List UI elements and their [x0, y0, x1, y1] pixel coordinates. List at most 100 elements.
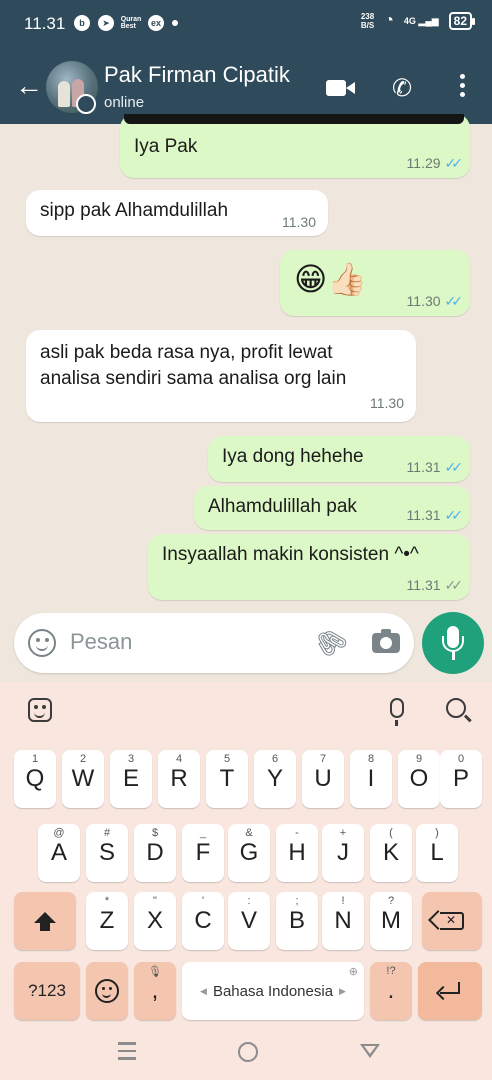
- message-time: 11.29: [406, 155, 441, 171]
- key-q[interactable]: 1Q: [14, 750, 56, 808]
- status-bar: 11.31 b ➤ Quran Best ex 238 B/S ◔ 4G ▂▄▆ …: [0, 0, 492, 48]
- message-bubble[interactable]: 😁👍🏻 11.30 ✓✓: [280, 250, 470, 316]
- voice-call-icon[interactable]: ✆: [392, 74, 412, 103]
- key-a[interactable]: @ A: [38, 824, 80, 882]
- shift-icon: [34, 911, 56, 931]
- system-icons: 238 B/S ◔ 4G ▂▄▆ 82: [360, 12, 476, 30]
- key-s[interactable]: # S: [86, 824, 128, 882]
- wifi-icon: ◔: [384, 12, 394, 29]
- enter-key[interactable]: [418, 962, 482, 1020]
- key-i[interactable]: 8I: [350, 750, 392, 808]
- network-speed-unit: B/S: [360, 21, 375, 30]
- message-bubble[interactable]: Insyaallah makin konsisten ^•^ 11.31 ✓✓: [148, 534, 470, 600]
- sticker-icon[interactable]: [28, 698, 52, 722]
- voice-message-button[interactable]: [422, 612, 484, 674]
- key-f[interactable]: _ F: [182, 824, 224, 882]
- key-k[interactable]: (K: [370, 824, 412, 882]
- message-input[interactable]: Pesan: [70, 629, 132, 655]
- message-bubble[interactable]: Alhamdulillah pak 11.31 ✓✓: [194, 486, 470, 530]
- message-meta: 11.31 ✓✓: [407, 577, 464, 594]
- key-b[interactable]: ; B: [276, 892, 318, 950]
- message-text: 😁👍🏻: [294, 261, 368, 297]
- key-z[interactable]: * Z: [86, 892, 128, 950]
- message-bubble[interactable]: sipp pak Alhamdulillah 11.30: [26, 190, 328, 236]
- message-meta: 11.30 ✓✓: [407, 293, 464, 310]
- contact-status: online: [104, 94, 145, 111]
- key-c[interactable]: ' C: [182, 892, 224, 950]
- back-icon[interactable]: [360, 1044, 380, 1058]
- more-options-icon[interactable]: [452, 74, 472, 100]
- read-ticks-icon: ✓✓: [444, 507, 464, 523]
- space-label: Bahasa Indonesia: [212, 982, 334, 1000]
- key-o[interactable]: 9O: [398, 750, 440, 808]
- backspace-icon: ✕: [440, 912, 464, 930]
- message-composer[interactable]: Pesan 🖇: [14, 613, 414, 673]
- back-arrow-icon[interactable]: ←: [14, 70, 44, 102]
- status-time: 11.31: [24, 14, 66, 33]
- recent-apps-icon[interactable]: [118, 1042, 136, 1065]
- voice-input-icon[interactable]: [390, 698, 404, 726]
- comma-key[interactable]: 🎙,: [134, 962, 176, 1020]
- status-ring-icon: [76, 94, 96, 114]
- globe-icon: ⊕: [348, 966, 358, 978]
- b-icon: b: [74, 15, 90, 31]
- message-text: sipp pak Alhamdulillah: [40, 200, 229, 221]
- message-time: 11.31: [406, 507, 441, 523]
- key-d[interactable]: $ D: [134, 824, 176, 882]
- message-bubble[interactable]: Iya Pak 11.29 ✓✓: [120, 114, 470, 178]
- message-text: Insyaallah makin konsisten ^•^: [162, 544, 419, 565]
- key-m[interactable]: ? M: [370, 892, 412, 950]
- dot-icon: [172, 20, 178, 26]
- message-time: 11.30: [282, 214, 316, 230]
- message-meta: 11.31 ✓✓: [406, 507, 464, 524]
- read-ticks-icon: ✓✓: [444, 293, 464, 309]
- camera-icon[interactable]: [372, 629, 400, 653]
- space-key[interactable]: ◀ Bahasa Indonesia ▶ ⊕: [182, 962, 364, 1020]
- key-h[interactable]: -H: [276, 824, 318, 882]
- key-x[interactable]: " X: [134, 892, 176, 950]
- telegram-icon: ➤: [98, 15, 114, 31]
- key-t[interactable]: 5T: [206, 750, 248, 808]
- message-meta: 11.30: [282, 214, 316, 230]
- signal-icon: 4G ▂▄▆: [403, 15, 439, 26]
- key-e[interactable]: 3E: [110, 750, 152, 808]
- shift-key[interactable]: [14, 892, 76, 950]
- emoji-icon[interactable]: [28, 629, 56, 657]
- message-bubble[interactable]: Iya dong hehehe 11.31 ✓✓: [208, 436, 470, 482]
- left-arrow-icon: ◀: [200, 985, 207, 996]
- message-text: Iya dong hehehe: [222, 446, 364, 467]
- mic-hint-icon: 🎙: [148, 966, 162, 978]
- home-icon[interactable]: [238, 1042, 258, 1062]
- message-time: 11.30: [370, 395, 404, 411]
- message-text: Alhamdulillah pak: [208, 496, 357, 517]
- right-arrow-icon: ▶: [339, 985, 346, 996]
- key-u[interactable]: 7U: [302, 750, 344, 808]
- attach-icon[interactable]: 🖇: [308, 620, 353, 665]
- contact-name[interactable]: Pak Firman Cipatik: [104, 62, 290, 88]
- key-r[interactable]: 4R: [158, 750, 200, 808]
- key-p[interactable]: 0P: [440, 750, 482, 808]
- key-v[interactable]: :V: [228, 892, 270, 950]
- backspace-key[interactable]: ✕: [422, 892, 482, 950]
- emoji-key[interactable]: [86, 962, 128, 1020]
- key-j[interactable]: + J: [322, 824, 364, 882]
- message-list[interactable]: Iya Pak 11.29 ✓✓ sipp pak Alhamdulillah 1…: [0, 114, 492, 608]
- signal-label: 4G: [403, 15, 416, 26]
- read-ticks-icon: ✓✓: [444, 459, 464, 475]
- key-l[interactable]: ) L: [416, 824, 458, 882]
- period-key[interactable]: !?.: [370, 962, 412, 1020]
- quran-app-icon: Quran Best: [120, 16, 142, 30]
- message-bubble[interactable]: asli pak beda rasa nya, profit lewat ana…: [26, 330, 416, 422]
- message-text: Iya Pak: [134, 136, 198, 157]
- message-meta: 11.29 ✓✓: [406, 155, 464, 172]
- search-icon[interactable]: [446, 698, 466, 718]
- key-n[interactable]: ! N: [322, 892, 364, 950]
- symbols-key[interactable]: ?123: [14, 962, 80, 1020]
- key-w[interactable]: 2W: [62, 750, 104, 808]
- image-preview[interactable]: [124, 114, 464, 124]
- key-g[interactable]: & G: [228, 824, 270, 882]
- message-meta: 11.31 ✓✓: [407, 459, 464, 476]
- enter-icon: [440, 982, 460, 994]
- key-y[interactable]: 6Y: [254, 750, 296, 808]
- top-app-bar: 11.31 b ➤ Quran Best ex 238 B/S ◔ 4G ▂▄▆ …: [0, 0, 492, 124]
